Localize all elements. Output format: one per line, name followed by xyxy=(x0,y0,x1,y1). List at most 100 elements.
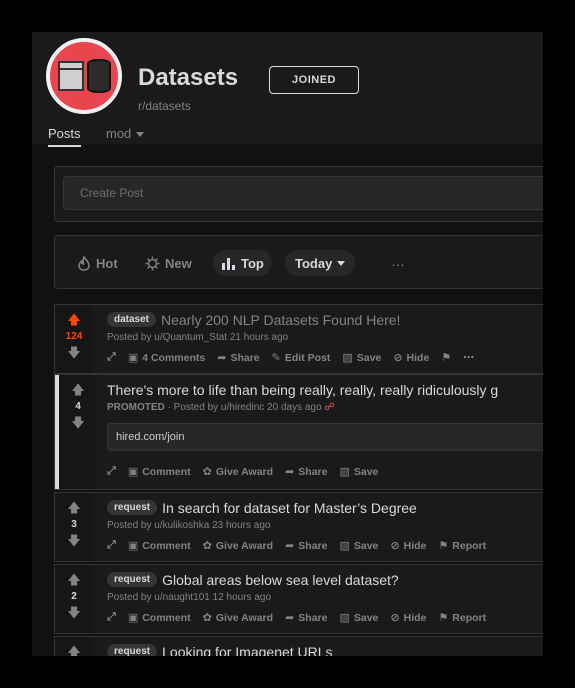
downvote-icon[interactable]: 🡇 xyxy=(71,416,84,430)
comment-icon: ▣ xyxy=(127,540,139,552)
time-filter-dropdown[interactable]: Today xyxy=(285,250,356,276)
post-title[interactable]: Global areas below sea level dataset? xyxy=(162,572,399,588)
upvote-icon[interactable]: 🡅 xyxy=(67,645,80,657)
report-button[interactable]: ⚑ Report xyxy=(438,611,486,625)
downvote-icon[interactable]: 🡇 xyxy=(67,606,80,620)
more-options-icon[interactable]: … xyxy=(391,253,406,269)
more-button[interactable]: ⋯ xyxy=(463,351,474,364)
expand-button[interactable]: ⤢ xyxy=(107,539,116,552)
upvote-icon[interactable]: 🡅 xyxy=(67,501,80,515)
hide-button[interactable]: ⊘ Hide xyxy=(393,351,429,365)
save-icon: ▧ xyxy=(339,466,350,478)
save-button[interactable]: ▧ Save xyxy=(339,539,379,553)
report-label: Report xyxy=(452,539,487,552)
post-title[interactable]: In search for dataset for Master’s Degre… xyxy=(162,500,417,516)
edit-post-button[interactable]: ✎ Edit Post xyxy=(271,351,331,365)
post-card[interactable]: 🡅 3 🡇 request In search for dataset for M… xyxy=(54,492,543,562)
hide-button[interactable]: ⊘ Hide xyxy=(390,611,426,625)
post-meta: Posted by u/kulikoshka 23 hours ago xyxy=(107,520,271,531)
hide-icon: ⊘ xyxy=(393,352,403,364)
expand-button[interactable]: ⤢ xyxy=(107,611,116,624)
report-button[interactable]: ⚑ Report xyxy=(438,539,487,553)
award-label: Give Award xyxy=(215,539,274,552)
lock-icon: ☍ xyxy=(324,402,335,413)
tag-button[interactable]: ⚑ xyxy=(441,351,451,364)
downvote-icon[interactable]: 🡇 xyxy=(67,346,80,360)
upvote-icon[interactable]: 🡅 xyxy=(67,573,80,587)
comment-button[interactable]: ▣ Comment xyxy=(127,611,191,625)
upvote-icon[interactable]: 🡅 xyxy=(71,383,84,397)
tab-posts[interactable]: Posts xyxy=(48,126,81,147)
report-icon: ⚑ xyxy=(438,540,449,552)
sort-new[interactable]: New xyxy=(145,250,192,276)
share-icon: ➦ xyxy=(217,352,227,364)
vote-column: 🡅 124 🡇 xyxy=(55,305,93,373)
sort-hot[interactable]: Hot xyxy=(77,250,118,276)
downvote-icon[interactable]: 🡇 xyxy=(67,534,80,548)
hide-icon: ⊘ xyxy=(390,540,400,552)
share-label: Share xyxy=(298,611,328,624)
comment-button[interactable]: ▣ Comment xyxy=(127,539,191,553)
expand-button[interactable]: ⤢ xyxy=(107,465,116,478)
save-button[interactable]: ▧ Save xyxy=(342,351,381,365)
upvote-icon[interactable]: 🡅 xyxy=(67,313,80,327)
vote-count: 3 xyxy=(71,519,77,530)
post-card[interactable]: 🡅 request Looking for Imagenet URLs xyxy=(54,636,543,656)
save-button[interactable]: ▧ Save xyxy=(339,611,378,625)
sort-top[interactable]: Top xyxy=(213,250,272,276)
post-body: dataset Nearly 200 NLP Datasets Found Her… xyxy=(107,311,543,364)
share-button[interactable]: ➦ Share xyxy=(285,539,327,553)
post-body: request Looking for Imagenet URLs xyxy=(107,643,543,656)
share-button[interactable]: ➦ Share xyxy=(285,611,328,625)
expand-icon: ⤢ xyxy=(107,539,116,551)
post-title[interactable]: Nearly 200 NLP Datasets Found Here! xyxy=(161,312,400,328)
share-icon: ➦ xyxy=(285,540,295,552)
expand-icon: ⤢ xyxy=(107,351,116,363)
save-button[interactable]: ▧ Save xyxy=(339,465,378,479)
more-icon: ⋯ xyxy=(463,352,475,364)
post-actions: ⤢ ▣ Comment ✿ Give Award ➦ Share ▧ Save xyxy=(107,465,543,478)
hide-label: Hide xyxy=(403,539,427,552)
reddit-frame: Datasets r/datasets JOINED Posts mod Cre… xyxy=(32,32,543,656)
hide-icon: ⊘ xyxy=(390,612,400,624)
post-flair[interactable]: request xyxy=(107,500,158,516)
expand-button[interactable]: ⤢ xyxy=(107,351,116,364)
post-flair[interactable]: request xyxy=(107,644,158,656)
vote-column: 🡅 xyxy=(55,637,93,656)
subreddit-header: Datasets r/datasets JOINED Posts mod xyxy=(32,32,543,147)
create-post-card: Create Post xyxy=(54,166,543,222)
edit-icon: ✎ xyxy=(271,352,281,364)
post-actions: ⤢ ▣ Comment ✿ Give Award ➦ Share ▧ Save ⊘ Hid… xyxy=(107,611,543,624)
top-icon xyxy=(222,257,235,270)
chevron-down-icon xyxy=(337,260,346,266)
give-award-button[interactable]: ✿ Give Award xyxy=(203,539,274,553)
post-title[interactable]: Looking for Imagenet URLs xyxy=(162,644,332,656)
give-award-button[interactable]: ✿ Give Award xyxy=(203,611,273,625)
tab-mod[interactable]: mod xyxy=(106,126,145,141)
subreddit-avatar-icon[interactable] xyxy=(46,38,122,114)
comment-button[interactable]: ▣ Comment xyxy=(128,465,191,479)
award-label: Give Award xyxy=(215,465,274,478)
post-title[interactable]: There's more to life than being really, … xyxy=(107,382,498,398)
chevron-down-icon xyxy=(136,132,145,138)
comments-button[interactable]: ▣ 4 Comments xyxy=(128,351,205,365)
vote-column: 🡅 3 🡇 xyxy=(55,493,93,561)
joined-button[interactable]: JOINED xyxy=(269,66,359,94)
create-post-input[interactable]: Create Post xyxy=(63,176,543,210)
promoted-post-card[interactable]: 🡅 4 🡇 There's more to life than being re… xyxy=(54,374,543,490)
post-card[interactable]: 🡅 2 🡇 request Global areas below sea leve… xyxy=(54,564,543,634)
post-flair[interactable]: dataset xyxy=(107,312,157,328)
share-button[interactable]: ➦ Share xyxy=(217,351,259,365)
post-flair[interactable]: request xyxy=(107,572,158,588)
comment-icon: ▣ xyxy=(127,612,139,624)
share-button[interactable]: ➦ Share xyxy=(285,465,327,479)
promoted-link[interactable]: hired.com/join xyxy=(107,423,543,451)
tab-mod-label: mod xyxy=(106,126,132,141)
subreddit-name: r/datasets xyxy=(138,99,191,113)
give-award-button[interactable]: ✿ Give Award xyxy=(202,465,274,479)
expand-icon: ⤢ xyxy=(107,611,116,623)
hide-button[interactable]: ⊘ Hide xyxy=(390,539,427,553)
save-label: Save xyxy=(353,539,379,552)
post-card[interactable]: 🡅 124 🡇 dataset Nearly 200 NLP Datasets F… xyxy=(54,304,543,374)
award-icon: ✿ xyxy=(202,466,212,478)
